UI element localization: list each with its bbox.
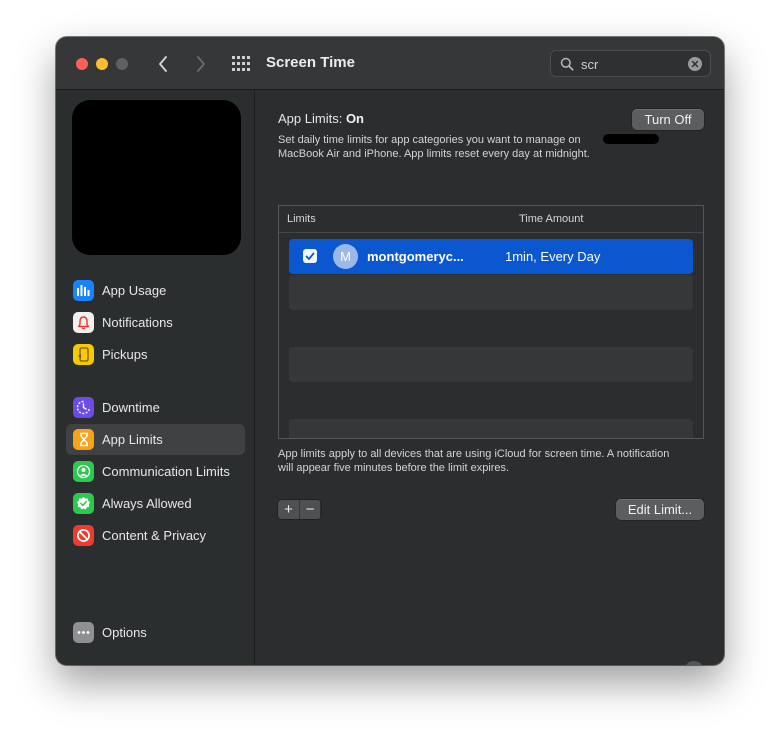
screen-time-window: Screen Time scr App Usage Notifications <box>56 37 724 665</box>
sidebar-item-app-usage[interactable]: App Usage <box>66 275 245 306</box>
column-header-time-amount[interactable]: Time Amount <box>519 213 583 225</box>
sidebar-item-pickups[interactable]: Pickups <box>66 339 245 370</box>
bar-chart-icon <box>73 280 94 301</box>
avatar: M <box>333 244 358 269</box>
chevron-left-icon <box>159 56 167 72</box>
limit-name: montgomeryc... <box>367 249 464 264</box>
table-row[interactable]: M montgomeryc... 1min, Every Day <box>289 239 693 274</box>
empty-row <box>289 347 693 382</box>
search-icon <box>560 57 574 71</box>
window-title: Screen Time <box>266 54 355 71</box>
forward-button[interactable] <box>190 53 212 75</box>
app-limits-pane: App Limits: On Turn Off Set daily time l… <box>256 91 724 665</box>
app-limits-status: App Limits: On <box>278 111 364 126</box>
sidebar-item-always-allowed[interactable]: Always Allowed <box>66 488 245 519</box>
downtime-icon <box>73 397 94 418</box>
help-button[interactable]: ? <box>684 661 704 665</box>
empty-row <box>289 419 693 438</box>
edit-limit-button[interactable]: Edit Limit... <box>616 499 704 520</box>
hourglass-icon <box>73 429 94 450</box>
checkmark-shield-icon <box>73 493 94 514</box>
limits-table[interactable]: Limits Time Amount M montgomeryc... 1min… <box>278 205 704 439</box>
bell-icon <box>73 312 94 333</box>
checkmark-icon <box>305 252 315 260</box>
user-avatar-image[interactable] <box>72 100 241 255</box>
footer-note: App limits apply to all devices that are… <box>278 448 670 474</box>
back-button[interactable] <box>152 53 174 75</box>
search-field[interactable]: scr <box>550 50 711 77</box>
close-window-button[interactable] <box>76 58 88 70</box>
redaction-mark <box>603 134 659 144</box>
close-icon <box>691 60 699 68</box>
limit-enabled-checkbox[interactable] <box>303 249 317 263</box>
chevron-right-icon <box>197 56 205 72</box>
prohibited-icon <box>73 525 94 546</box>
sidebar-item-communication-limits[interactable]: Communication Limits <box>66 456 245 487</box>
sidebar-item-options[interactable]: Options <box>66 617 245 648</box>
sidebar-item-notifications[interactable]: Notifications <box>66 307 245 338</box>
pickup-icon <box>73 344 94 365</box>
add-remove-control: + − <box>278 500 321 519</box>
turn-off-button[interactable]: Turn Off <box>632 109 704 130</box>
sidebar-item-app-limits[interactable]: App Limits <box>66 424 245 455</box>
sidebar-item-content-privacy[interactable]: Content & Privacy <box>66 520 245 551</box>
search-input[interactable]: scr <box>581 57 598 72</box>
sidebar-item-downtime[interactable]: Downtime <box>66 392 245 423</box>
table-header: Limits Time Amount <box>279 206 703 233</box>
clear-search-button[interactable] <box>688 57 702 71</box>
remove-limit-button[interactable]: − <box>299 500 320 519</box>
column-header-limits[interactable]: Limits <box>287 213 316 225</box>
add-limit-button[interactable]: + <box>278 500 299 519</box>
minimize-window-button[interactable] <box>96 58 108 70</box>
show-all-button[interactable] <box>231 55 251 73</box>
grid-icon <box>232 56 250 71</box>
person-icon <box>73 461 94 482</box>
more-icon <box>73 622 94 643</box>
empty-row <box>289 275 693 310</box>
sidebar: App Usage Notifications Pickups Downtime <box>56 91 255 665</box>
limit-time-amount: 1min, Every Day <box>505 249 601 264</box>
title-bar: Screen Time scr <box>56 37 724 90</box>
zoom-window-button[interactable] <box>116 58 128 70</box>
